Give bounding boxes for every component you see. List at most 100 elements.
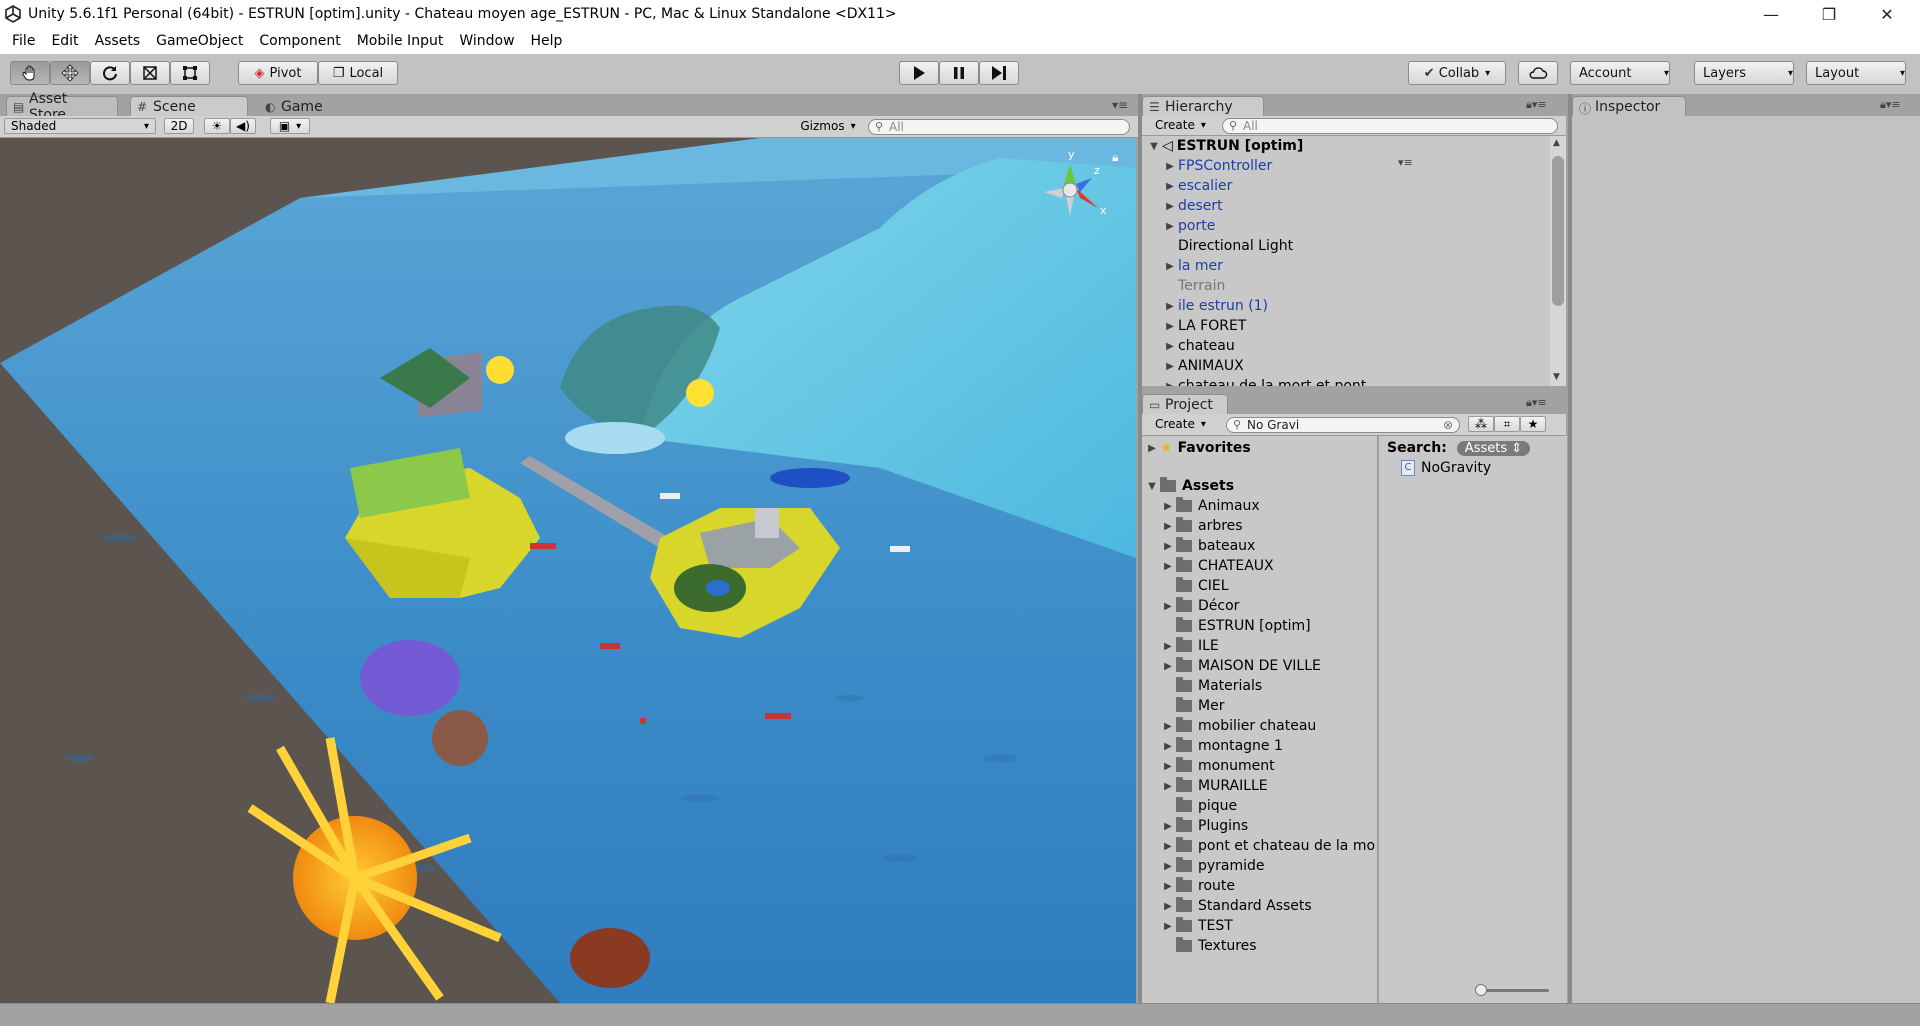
scene-panel-menu-icon[interactable]: ▾≡ [1112,98,1128,112]
scale-tool-icon[interactable] [130,61,170,85]
project-folder-item[interactable]: ▶ pyramide [1142,856,1377,876]
expand-arrow-icon[interactable]: ▶ [1162,361,1178,372]
hierarchy-item[interactable]: ▶ ANIMAUX [1142,356,1550,376]
result-item[interactable]: C NoGravity [1379,458,1567,478]
project-folder-item[interactable]: pique [1142,796,1377,816]
menu-mobile-input[interactable]: Mobile Input [349,33,452,49]
hierarchy-item[interactable]: ▶ la mer [1142,256,1550,276]
tab-asset-store[interactable]: ▤ Asset Store [6,91,118,123]
hierarchy-item[interactable]: ▶ LA FORET [1142,316,1550,336]
pause-button[interactable] [939,61,979,85]
scene-effects-dropdown[interactable]: ▣ [270,118,310,134]
move-tool-icon[interactable] [50,61,90,85]
project-folder-item[interactable]: ▶ CHATEAUX [1142,556,1377,576]
tab-scene[interactable]: # Scene [130,96,248,116]
layers-dropdown[interactable]: Layers [1694,61,1794,85]
scroll-up-icon[interactable]: ▲ [1553,138,1560,148]
save-search-button[interactable]: ★ [1520,416,1546,432]
collab-dropdown[interactable]: ✔ Collab [1408,61,1506,85]
expand-arrow-icon[interactable]: ▶ [1160,921,1176,932]
project-folder-item[interactable]: ▶ Animaux [1142,496,1377,516]
expand-arrow-icon[interactable]: ▶ [1160,861,1176,872]
menu-component[interactable]: Component [251,33,348,49]
menu-assets[interactable]: Assets [87,33,149,49]
expand-arrow-icon[interactable]: ▶ [1162,201,1178,212]
cloud-button[interactable] [1518,61,1558,85]
hierarchy-create-dropdown[interactable]: Create [1148,117,1214,133]
shading-mode-dropdown[interactable]: Shaded [4,118,156,134]
hierarchy-item[interactable]: ▶ escalier [1142,176,1550,196]
scene-search-input[interactable]: ⚲ All [868,119,1130,135]
minimize-icon[interactable]: — [1742,0,1800,28]
expand-arrow-icon[interactable]: ▶ [1160,901,1176,912]
clear-search-icon[interactable]: ⊗ [1443,418,1453,432]
search-by-type-button[interactable]: ⁂ [1468,416,1494,432]
close-icon[interactable]: ✕ [1858,0,1916,28]
hierarchy-item[interactable]: Directional Light [1142,236,1550,256]
project-folder-item[interactable]: ▶ route [1142,876,1377,896]
scene-viewport[interactable]: y z x 🔒︎ [0,138,1136,1003]
expand-arrow-icon[interactable]: ▶ [1144,443,1160,454]
favorites-row[interactable]: ▶ ★ Favorites [1142,438,1377,458]
expand-arrow-icon[interactable]: ▶ [1160,561,1176,572]
project-folder-item[interactable]: ▶ mobilier chateau [1142,716,1377,736]
scene-audio-toggle[interactable]: ◀) [230,118,256,134]
expand-arrow-icon[interactable]: ▶ [1162,321,1178,332]
expand-arrow-icon[interactable]: ▶ [1162,381,1178,387]
project-folder-item[interactable]: ▶ arbres [1142,516,1377,536]
expand-arrow-icon[interactable]: ▶ [1162,341,1178,352]
expand-arrow-icon[interactable]: ▶ [1160,661,1176,672]
project-folder-item[interactable]: ▶ MURAILLE [1142,776,1377,796]
hierarchy-scroll-thumb[interactable] [1552,156,1564,306]
expand-arrow-icon[interactable]: ▶ [1162,221,1178,232]
expand-arrow-icon[interactable]: ▶ [1160,501,1176,512]
gizmo-lock-icon[interactable]: 🔒︎ [1112,150,1118,165]
menu-gameobject[interactable]: GameObject [148,33,251,49]
expand-arrow-icon[interactable]: ▶ [1160,881,1176,892]
step-button[interactable] [979,61,1019,85]
scroll-down-icon[interactable]: ▼ [1553,372,1560,382]
rect-tool-icon[interactable] [170,61,210,85]
tab-hierarchy[interactable]: ☰ Hierarchy [1142,96,1264,116]
play-button[interactable] [899,61,939,85]
layout-dropdown[interactable]: Layout [1806,61,1906,85]
expand-arrow-icon[interactable]: ▶ [1162,181,1178,192]
tab-project[interactable]: ▭ Project [1142,394,1228,414]
expand-arrow-icon[interactable]: ▶ [1160,541,1176,552]
collapse-arrow-icon[interactable]: ▼ [1146,141,1162,152]
project-folder-item[interactable]: ▶ MAISON DE VILLE [1142,656,1377,676]
project-folder-item[interactable]: ▶ monument [1142,756,1377,776]
restore-icon[interactable]: ❐ [1800,0,1858,28]
scene-options-icon[interactable]: ▾≡ [1398,156,1413,169]
pivot-toggle-button[interactable]: ◈ Pivot [238,61,318,85]
expand-arrow-icon[interactable]: ▶ [1160,821,1176,832]
project-folder-item[interactable]: ▶ Standard Assets [1142,896,1377,916]
hand-tool-icon[interactable] [10,61,50,85]
tab-inspector[interactable]: ⓘ Inspector [1572,96,1686,116]
expand-arrow-icon[interactable]: ▶ [1160,841,1176,852]
mode-2d-toggle[interactable]: 2D [164,118,194,134]
project-folder-item[interactable]: ▶ montagne 1 [1142,736,1377,756]
collapse-arrow-icon[interactable]: ▼ [1144,481,1160,492]
hierarchy-item[interactable]: ▶ chateau [1142,336,1550,356]
expand-arrow-icon[interactable]: ▶ [1160,521,1176,532]
project-folder-item[interactable]: Materials [1142,676,1377,696]
gizmos-dropdown[interactable]: Gizmos [794,118,862,134]
hierarchy-item[interactable]: ▶ ile estrun (1) [1142,296,1550,316]
hierarchy-scene-row[interactable]: ▼ ◁ ESTRUN [optim] [1142,136,1550,156]
local-toggle-button[interactable]: ❒ Local [318,61,398,85]
hierarchy-item[interactable]: ▶ desert [1142,196,1550,216]
project-folder-item[interactable]: ▶ TEST [1142,916,1377,936]
menu-help[interactable]: Help [523,33,571,49]
project-create-dropdown[interactable]: Create [1148,416,1214,432]
rotate-tool-icon[interactable] [90,61,130,85]
project-folder-item[interactable]: ▶ Plugins [1142,816,1377,836]
project-folder-item[interactable]: ▶ bateaux [1142,536,1377,556]
assets-root-row[interactable]: ▼ Assets [1142,476,1377,496]
inspector-lock-icon[interactable]: 🔒︎▾≡ [1880,98,1901,112]
scene-lighting-toggle[interactable]: ☀ [204,118,230,134]
menu-file[interactable]: File [4,33,43,49]
hierarchy-lock-icon[interactable]: 🔒︎▾≡ [1526,98,1547,112]
expand-arrow-icon[interactable]: ▶ [1160,721,1176,732]
project-folder-item[interactable]: ▶ pont et chateau de la mo [1142,836,1377,856]
